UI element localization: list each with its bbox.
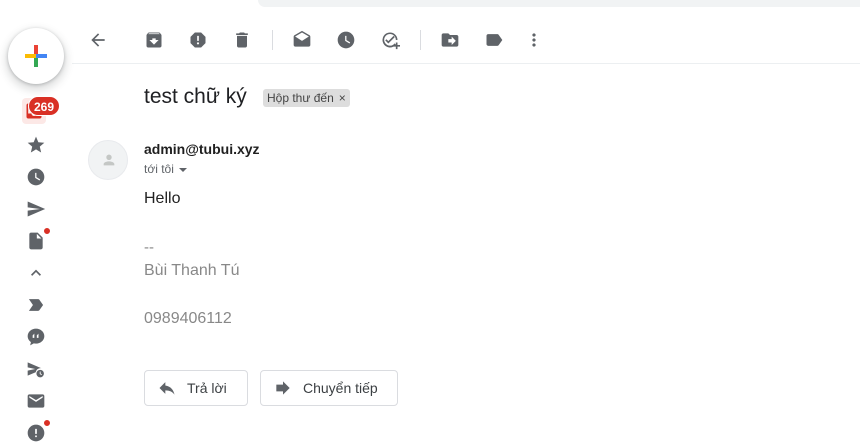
label-chip-text: Hộp thư đến	[267, 91, 334, 105]
sidebar-item-chats[interactable]	[24, 325, 48, 349]
add-task-icon	[382, 32, 400, 50]
sidebar-item-important[interactable]	[24, 293, 48, 317]
archive-button[interactable]	[142, 28, 166, 52]
person-icon	[103, 154, 115, 166]
reply-icon	[159, 382, 175, 395]
forward-label: Chuyển tiếp	[303, 380, 378, 396]
archive-icon	[146, 32, 162, 48]
sidebar-collapse[interactable]	[24, 261, 48, 285]
more-vert-icon	[532, 33, 536, 47]
clock-icon	[27, 168, 45, 186]
forward-button[interactable]: Chuyển tiếp	[260, 370, 398, 406]
spam-notification-dot	[43, 419, 51, 427]
sidebar-item-scheduled[interactable]	[24, 357, 48, 381]
scheduled-send-icon	[27, 362, 44, 378]
sidebar-item-starred[interactable]	[24, 133, 48, 157]
delete-icon	[236, 32, 248, 48]
caret-down-icon	[178, 168, 187, 172]
toolbar-divider	[72, 63, 860, 64]
snooze-button[interactable]	[334, 28, 358, 52]
search-bar-edge	[258, 0, 860, 7]
reply-label: Trả lời	[187, 380, 227, 396]
toolbar-separator	[272, 30, 273, 50]
mark-unread-icon	[293, 30, 311, 47]
chat-icon	[27, 328, 45, 346]
draft-icon	[29, 232, 43, 250]
signature-separator: --	[144, 239, 154, 256]
report-spam-button[interactable]	[186, 28, 210, 52]
inbox-unread-badge: 269	[28, 96, 61, 116]
drafts-notification-dot	[43, 227, 51, 235]
more-options-button[interactable]	[522, 28, 546, 52]
labels-button[interactable]	[482, 28, 506, 52]
forward-icon	[276, 381, 290, 395]
email-body-greeting: Hello	[144, 190, 181, 207]
delete-button[interactable]	[230, 28, 254, 52]
sender-avatar	[88, 140, 128, 180]
sidebar-item-all-mail[interactable]	[24, 389, 48, 413]
star-icon	[27, 136, 45, 153]
back-arrow-icon	[91, 33, 105, 47]
snooze-icon	[337, 31, 355, 49]
sender-address: admin@tubui.xyz	[144, 141, 260, 157]
email-subject: test chữ ký	[144, 85, 247, 108]
mail-icon	[27, 394, 45, 408]
inbox-label-chip[interactable]: Hộp thư đến ×	[263, 89, 350, 107]
recipient-text: tới tôi	[144, 162, 174, 176]
toolbar-separator	[420, 30, 421, 50]
move-to-button[interactable]	[438, 28, 462, 52]
report-spam-icon	[190, 32, 206, 48]
remove-label-button[interactable]: ×	[339, 89, 346, 107]
chevron-up-icon	[31, 269, 41, 276]
add-to-tasks-button[interactable]	[378, 28, 402, 52]
reply-button[interactable]: Trả lời	[144, 370, 248, 406]
compose-plus-icon	[25, 45, 47, 67]
back-button[interactable]	[86, 28, 110, 52]
sidebar-item-sent[interactable]	[24, 197, 48, 221]
recipient-details-toggle[interactable]: tới tôi	[144, 162, 187, 176]
label-icon	[28, 299, 44, 311]
move-to-icon	[441, 33, 459, 47]
compose-button[interactable]	[8, 28, 64, 84]
mark-unread-button[interactable]	[290, 28, 314, 52]
signature-phone: 0989406112	[144, 310, 232, 327]
labels-icon	[486, 34, 503, 46]
spam-icon	[27, 424, 45, 442]
send-icon	[27, 201, 46, 217]
signature-name: Bùi Thanh Tú	[144, 262, 240, 279]
sidebar-item-snoozed[interactable]	[24, 165, 48, 189]
